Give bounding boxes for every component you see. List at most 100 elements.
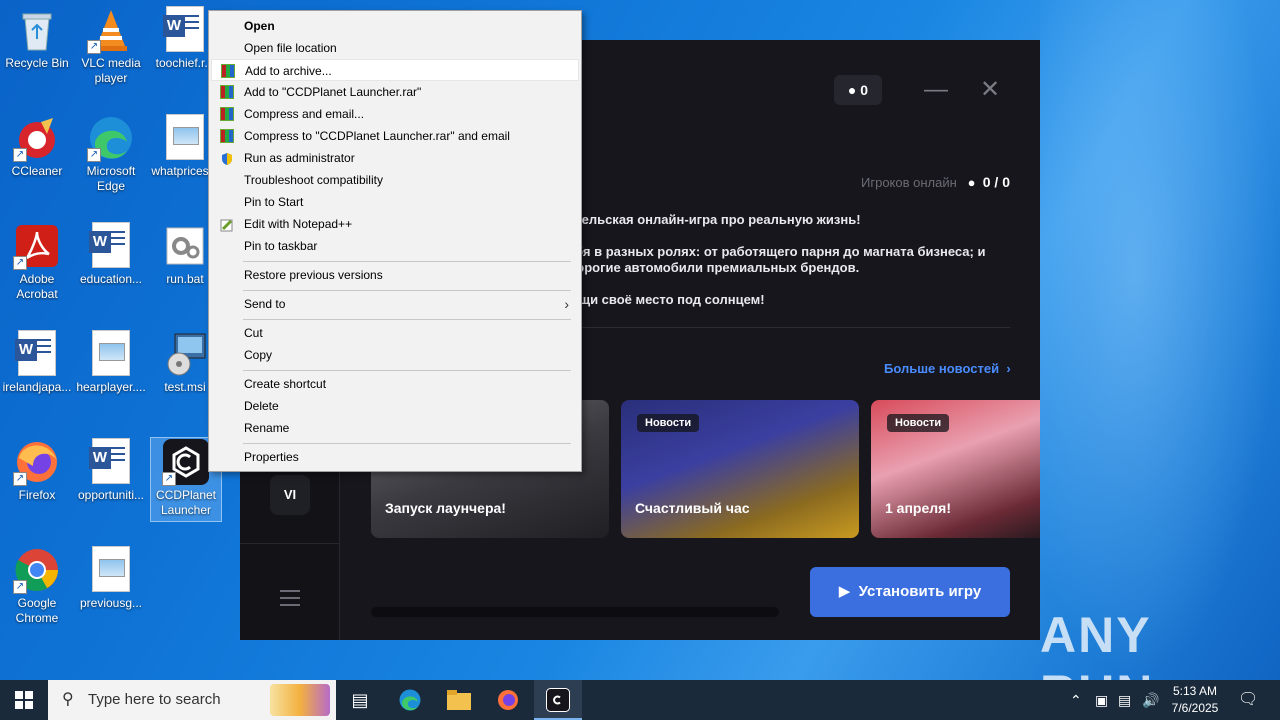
menu-item-label: Delete bbox=[244, 399, 279, 413]
menu-item-pin-to-start[interactable]: Pin to Start bbox=[211, 191, 579, 213]
menu-item-run-as-administrator[interactable]: Run as administrator bbox=[211, 147, 579, 169]
icon-label: Adobe Acrobat bbox=[16, 272, 58, 301]
more-news-link[interactable]: Больше новостей › bbox=[884, 361, 1011, 376]
friends-counter[interactable]: ● 0 bbox=[834, 75, 882, 105]
user-icon: ● bbox=[847, 82, 857, 98]
network-icon[interactable]: ▣ bbox=[1095, 680, 1108, 720]
news-card-title: Запуск лаунчера! bbox=[385, 500, 506, 516]
news-card[interactable]: Новости Счастливый час bbox=[621, 400, 859, 538]
menu-item-compress-to-rar-and-email[interactable]: Compress to "CCDPlanet Launcher.rar" and… bbox=[211, 125, 579, 147]
icon-label: Recycle Bin bbox=[5, 56, 69, 70]
installer-icon bbox=[161, 330, 209, 378]
hamburger-menu-icon[interactable] bbox=[280, 590, 300, 611]
shortcut-arrow-icon: ↗ bbox=[13, 256, 27, 270]
minimize-icon[interactable]: — bbox=[924, 76, 948, 104]
menu-item-add-to-rar[interactable]: Add to "CCDPlanet Launcher.rar" bbox=[211, 81, 579, 103]
menu-item-cut[interactable]: Cut bbox=[211, 322, 579, 344]
menu-item-copy[interactable]: Copy bbox=[211, 344, 579, 366]
icon-label: Google Chrome bbox=[15, 596, 59, 625]
desktop-icon-ccleaner[interactable]: ↗ CCleaner bbox=[2, 114, 72, 179]
desktop-icon-acrobat[interactable]: ↗ Adobe Acrobat bbox=[2, 222, 72, 302]
desktop-icon-hearplayer[interactable]: hearplayer.... bbox=[76, 330, 146, 395]
sidebar-divider bbox=[240, 543, 340, 544]
icon-label: CCDPlanet Launcher bbox=[155, 488, 217, 517]
windows-logo-icon bbox=[15, 691, 33, 709]
menu-item-send-to[interactable]: Send to › bbox=[211, 293, 579, 315]
desktop-icon-previousg[interactable]: previousg... bbox=[76, 546, 146, 611]
desktop-icon-chrome[interactable]: ↗ Google Chrome bbox=[2, 546, 72, 626]
menu-item-restore-previous-versions[interactable]: Restore previous versions bbox=[211, 264, 579, 286]
news-card[interactable]: Новости 1 апреля! bbox=[871, 400, 1040, 538]
menu-item-label: Add to "CCDPlanet Launcher.rar" bbox=[244, 85, 422, 99]
file-explorer-icon[interactable] bbox=[435, 680, 483, 720]
desktop-icon-education[interactable]: W education... bbox=[76, 222, 146, 287]
vi-badge[interactable]: VI bbox=[270, 475, 310, 515]
desktop-icon-firefox[interactable]: ↗ Firefox bbox=[2, 438, 72, 503]
firefox-taskbar-icon[interactable] bbox=[484, 680, 532, 720]
ethernet-icon[interactable]: ▤ bbox=[1118, 680, 1131, 720]
edge-icon: ↗ bbox=[87, 114, 135, 162]
menu-item-rename[interactable]: Rename bbox=[211, 417, 579, 439]
menu-item-pin-to-taskbar[interactable]: Pin to taskbar bbox=[211, 235, 579, 257]
desktop-icon-vlc[interactable]: ↗ VLC media player bbox=[76, 6, 146, 86]
menu-separator bbox=[243, 290, 571, 291]
search-placeholder: Type here to search bbox=[88, 691, 221, 708]
start-button[interactable] bbox=[0, 680, 48, 720]
taskbar-clock[interactable]: 5:13 AM 7/6/2025 bbox=[1166, 683, 1224, 717]
batch-file-gear-icon bbox=[161, 222, 209, 270]
menu-separator bbox=[243, 319, 571, 320]
notifications-icon[interactable]: 🗨 bbox=[1238, 680, 1258, 720]
menu-item-label: Open file location bbox=[244, 41, 337, 55]
desktop-icon-recycle-bin[interactable]: Recycle Bin bbox=[2, 6, 72, 71]
word-doc-icon: W bbox=[87, 222, 135, 270]
friends-count: 0 bbox=[860, 82, 869, 98]
icon-label: irelandjapa... bbox=[2, 380, 72, 394]
online-label: Игроков онлайн bbox=[861, 175, 957, 190]
clock-time: 5:13 AM bbox=[1172, 684, 1218, 698]
winrar-icon bbox=[220, 107, 234, 121]
menu-item-edit-with-notepadpp[interactable]: Edit with Notepad++ bbox=[211, 213, 579, 235]
menu-item-compress-and-email[interactable]: Compress and email... bbox=[211, 103, 579, 125]
vlc-icon: ↗ bbox=[87, 6, 135, 54]
taskbar-search-box[interactable]: ⚲ Type here to search bbox=[48, 680, 336, 720]
menu-item-open-file-location[interactable]: Open file location bbox=[211, 37, 579, 59]
menu-item-troubleshoot-compatibility[interactable]: Troubleshoot compatibility bbox=[211, 169, 579, 191]
news-card-title: 1 апреля! bbox=[885, 500, 951, 516]
icon-label: Microsoft Edge bbox=[86, 164, 136, 193]
task-view-icon[interactable]: ▤ bbox=[336, 680, 384, 720]
notepadpp-icon bbox=[220, 217, 234, 232]
edge-taskbar-icon[interactable] bbox=[386, 680, 434, 720]
menu-item-delete[interactable]: Delete bbox=[211, 395, 579, 417]
icon-label: opportuniti... bbox=[77, 488, 145, 502]
chevron-up-icon[interactable]: ⌃ bbox=[1070, 680, 1082, 720]
shield-icon bbox=[220, 151, 234, 165]
content-divider bbox=[570, 327, 1010, 328]
menu-item-label: Properties bbox=[244, 450, 299, 464]
taskbar: ⚲ Type here to search ▤ ⌃ ▣ ▤ 🔊 5:13 AM … bbox=[0, 680, 1280, 720]
menu-separator bbox=[243, 261, 571, 262]
shortcut-arrow-icon: ↗ bbox=[87, 148, 101, 162]
menu-item-open[interactable]: Open bbox=[211, 15, 579, 37]
shortcut-arrow-icon: ↗ bbox=[13, 472, 27, 486]
desktop-icon-irelandjapa[interactable]: W irelandjapa... bbox=[2, 330, 72, 395]
desktop-icon-edge[interactable]: ↗ Microsoft Edge bbox=[76, 114, 146, 194]
menu-item-properties[interactable]: Properties bbox=[211, 446, 579, 468]
chrome-icon: ↗ bbox=[13, 546, 61, 594]
menu-item-label: Open bbox=[244, 19, 275, 33]
firefox-icon: ↗ bbox=[13, 438, 61, 486]
acrobat-icon: ↗ bbox=[13, 222, 61, 270]
menu-item-label: Compress and email... bbox=[244, 107, 365, 121]
icon-label: CCleaner bbox=[11, 164, 63, 178]
search-icon: ⚲ bbox=[62, 691, 74, 708]
menu-item-add-to-archive[interactable]: Add to archive... bbox=[211, 59, 579, 81]
install-game-button[interactable]: ▶ Установить игру bbox=[810, 567, 1010, 617]
volume-icon[interactable]: 🔊 bbox=[1142, 680, 1159, 720]
close-icon[interactable]: ✕ bbox=[980, 76, 1000, 104]
download-progress-bar bbox=[371, 607, 779, 617]
menu-item-create-shortcut[interactable]: Create shortcut bbox=[211, 373, 579, 395]
desktop-icon-opportuniti[interactable]: W opportuniti... bbox=[76, 438, 146, 503]
play-icon: ▶ bbox=[838, 583, 859, 600]
chevron-right-icon: › bbox=[1002, 361, 1011, 376]
ccdplanet-taskbar-icon[interactable] bbox=[534, 680, 582, 720]
winrar-icon bbox=[220, 129, 234, 143]
